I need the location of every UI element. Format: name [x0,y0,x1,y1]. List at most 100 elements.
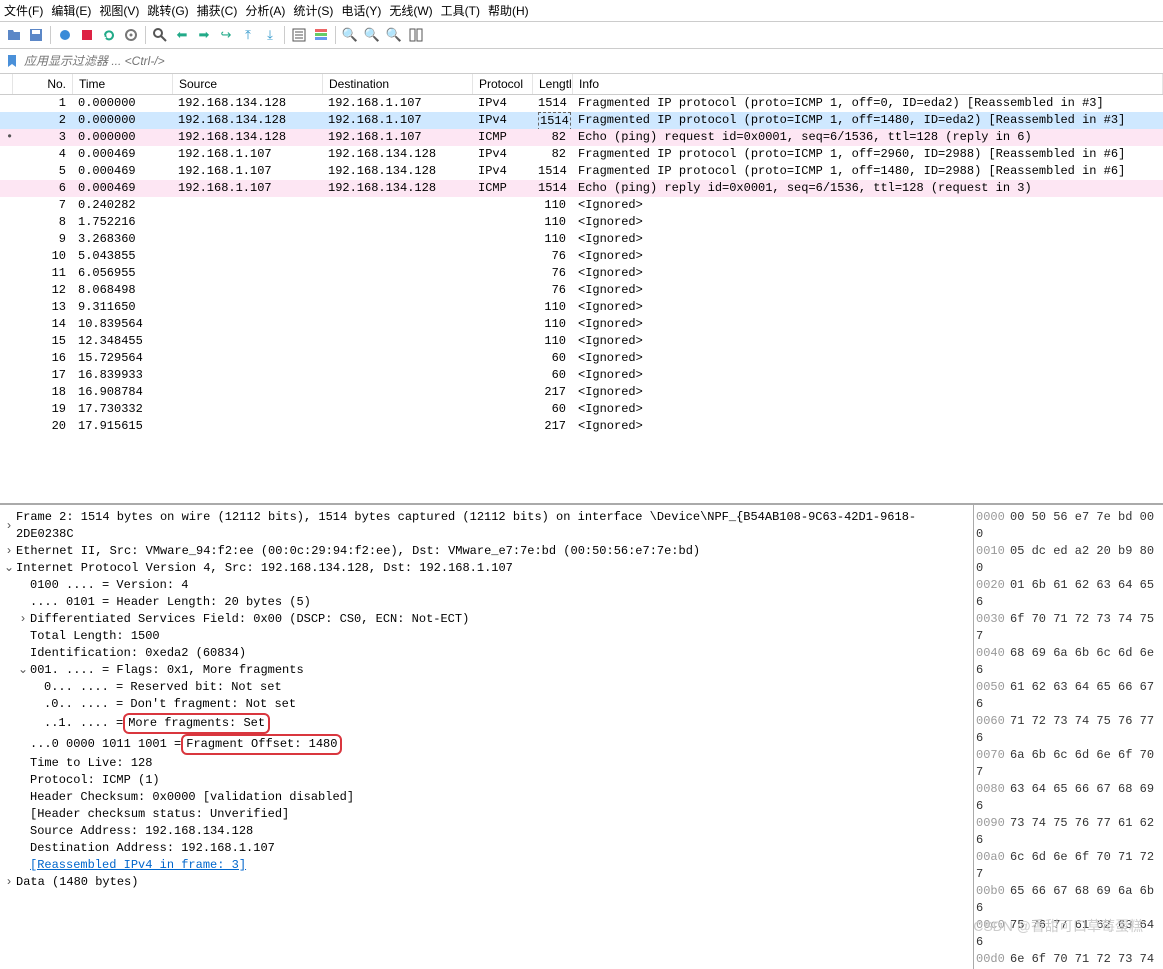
menu-item[interactable]: 分析(A) [245,2,285,19]
ip-field: Source Address: 192.168.134.128 [30,823,253,840]
packet-row[interactable]: 20.000000192.168.134.128192.168.1.107IPv… [0,112,1163,129]
toolbar-find-icon[interactable] [150,25,170,45]
menu-item[interactable]: 视图(V) [99,2,139,19]
packet-row[interactable]: 1816.908784217<Ignored> [0,384,1163,401]
col-no[interactable]: No. [13,74,73,94]
hex-view[interactable]: 000000 50 56 e7 7e bd 00 0001005 dc ed a… [973,505,1163,969]
ip-summary: Internet Protocol Version 4, Src: 192.16… [16,560,513,577]
ip-field: Time to Live: 128 [30,755,152,772]
packet-row[interactable]: 1917.73033260<Ignored> [0,401,1163,418]
hex-row: 009073 74 75 76 77 61 62 6 [976,815,1161,849]
ip-field: 0100 .... = Version: 4 [30,577,188,594]
ip-field: Protocol: ICMP (1) [30,772,160,789]
toolbar-options-icon[interactable] [121,25,141,45]
packet-list-header: No. Time Source Destination Protocol Len… [0,74,1163,95]
flag-field: 0... .... = Reserved bit: Not set [44,679,282,696]
packet-row[interactable]: 2017.915615217<Ignored> [0,418,1163,435]
menu-bar: 文件(F) 编辑(E) 视图(V) 跳转(G) 捕获(C) 分析(A) 统计(S) 电话(Y)… [0,0,1163,22]
packet-row[interactable]: 1615.72956460<Ignored> [0,350,1163,367]
packet-row[interactable]: 105.04385576<Ignored> [0,248,1163,265]
menu-item[interactable]: 捕获(C) [197,2,238,19]
ip-field: Differentiated Services Field: 0x00 (DSC… [30,611,469,628]
toolbar-resize-icon[interactable] [406,25,426,45]
toolbar-autoscroll-icon[interactable] [289,25,309,45]
packet-row[interactable]: 70.240282110<Ignored> [0,197,1163,214]
toolbar-jump-icon[interactable]: ↪ [216,25,236,45]
toolbar-zoomfit-icon[interactable]: 🔍 [384,25,404,45]
bookmark-icon[interactable] [4,53,20,69]
col-protocol[interactable]: Protocol [473,74,533,94]
col-info[interactable]: Info [573,74,1163,94]
hex-row: 00a06c 6d 6e 6f 70 71 72 7 [976,849,1161,883]
frag-offset-pre: ...0 0000 1011 1001 = [30,736,181,753]
col-destination[interactable]: Destination [323,74,473,94]
collapse-icon[interactable]: ⌄ [2,560,16,577]
hex-row: 004068 69 6a 6b 6c 6d 6e 6 [976,645,1161,679]
expand-icon[interactable]: › [16,611,30,628]
hex-row: 005061 62 63 64 65 66 67 6 [976,679,1161,713]
hex-row: 00706a 6b 6c 6d 6e 6f 70 7 [976,747,1161,781]
packet-row[interactable]: 116.05695576<Ignored> [0,265,1163,282]
menu-item[interactable]: 帮助(H) [488,2,529,19]
eth-summary: Ethernet II, Src: VMware_94:f2:ee (00:0c… [16,543,700,560]
packet-row[interactable]: 81.752216110<Ignored> [0,214,1163,231]
packet-list[interactable]: No. Time Source Destination Protocol Len… [0,74,1163,504]
expand-icon[interactable]: › [2,543,16,560]
col-source[interactable]: Source [173,74,323,94]
toolbar-save-icon[interactable] [26,25,46,45]
ip-field: Header Checksum: 0x0000 [validation disa… [30,789,354,806]
col-time[interactable]: Time [73,74,173,94]
expand-icon[interactable]: › [2,518,16,535]
menu-item[interactable]: 无线(W) [389,2,432,19]
menu-item[interactable]: 文件(F) [4,2,43,19]
menu-item[interactable]: 电话(Y) [341,2,381,19]
flag-more-pre: ..1. .... = [44,715,123,732]
toolbar-back-icon[interactable]: ⬅ [172,25,192,45]
ip-field: .... 0101 = Header Length: 20 bytes (5) [30,594,311,611]
packet-details[interactable]: ›Frame 2: 1514 bytes on wire (12112 bits… [0,505,973,969]
flag-field: .0.. .... = Don't fragment: Not set [44,696,296,713]
toolbar-zoomout-icon[interactable]: 🔍 [362,25,382,45]
menu-item[interactable]: 统计(S) [293,2,333,19]
ip-flags: 001. .... = Flags: 0x1, More fragments [30,662,304,679]
toolbar-golast-icon[interactable]: ⤓ [260,25,280,45]
packet-row[interactable]: 1512.348455110<Ignored> [0,333,1163,350]
packet-row[interactable]: 128.06849876<Ignored> [0,282,1163,299]
toolbar-restart-icon[interactable] [99,25,119,45]
toolbar-zoomin-icon[interactable]: 🔍 [340,25,360,45]
toolbar-colorize-icon[interactable] [311,25,331,45]
packet-row[interactable]: 93.268360110<Ignored> [0,231,1163,248]
display-filter-input[interactable] [20,52,1159,70]
menu-item[interactable]: 编辑(E) [51,2,91,19]
toolbar-start-icon[interactable] [55,25,75,45]
toolbar-open-icon[interactable] [4,25,24,45]
packet-row[interactable]: 40.000469192.168.1.107192.168.134.128IPv… [0,146,1163,163]
packet-row[interactable]: 50.000469192.168.1.107192.168.134.128IPv… [0,163,1163,180]
hex-row: 001005 dc ed a2 20 b9 80 0 [976,543,1161,577]
hex-row: 000000 50 56 e7 7e bd 00 0 [976,509,1161,543]
col-length[interactable]: Lengtl [533,74,573,94]
hex-row: 008063 64 65 66 67 68 69 6 [976,781,1161,815]
reassembled-link[interactable]: [Reassembled IPv4 in frame: 3] [30,857,246,874]
hex-row: 00c075 76 77 61 62 63 64 6 [976,917,1161,951]
highlight-fragment-offset: Fragment Offset: 1480 [181,734,342,755]
collapse-icon[interactable]: ⌄ [16,662,30,679]
packet-row[interactable]: •30.000000192.168.134.128192.168.1.107IC… [0,129,1163,146]
filter-bar [0,49,1163,74]
hex-row: 006071 72 73 74 75 76 77 6 [976,713,1161,747]
packet-row[interactable]: 1410.839564110<Ignored> [0,316,1163,333]
packet-row[interactable]: 60.000469192.168.1.107192.168.134.128ICM… [0,180,1163,197]
highlight-more-fragments: More fragments: Set [123,713,270,734]
packet-row[interactable]: 10.000000192.168.134.128192.168.1.107IPv… [0,95,1163,112]
packet-row[interactable]: 139.311650110<Ignored> [0,299,1163,316]
menu-item[interactable]: 工具(T) [441,2,480,19]
expand-icon[interactable]: › [2,874,16,891]
hex-row: 00306f 70 71 72 73 74 75 7 [976,611,1161,645]
toolbar-fwd-icon[interactable]: ➡ [194,25,214,45]
menu-item[interactable]: 跳转(G) [147,2,188,19]
ip-field: [Header checksum status: Unverified] [30,806,289,823]
hex-row: 00d06e 6f 70 71 72 73 74 7 [976,951,1161,969]
toolbar-gofirst-icon[interactable]: ⤒ [238,25,258,45]
toolbar-stop-icon[interactable] [77,25,97,45]
packet-row[interactable]: 1716.83993360<Ignored> [0,367,1163,384]
